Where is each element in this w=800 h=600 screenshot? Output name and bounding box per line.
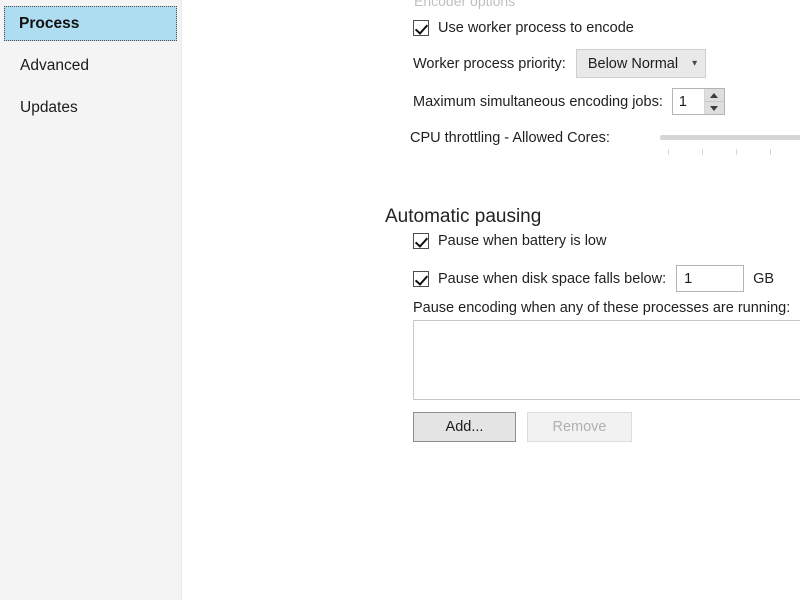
remove-process-button-label: Remove [552,419,607,435]
max-jobs-decrement-button[interactable] [704,102,724,114]
cpu-throttling-slider[interactable] [660,127,800,161]
use-worker-process-checkbox[interactable] [413,20,429,36]
clipped-heading-above: Encoder options [414,0,516,9]
worker-priority-label: Worker process priority: [413,55,566,72]
slider-ticks [660,149,800,157]
max-jobs-stepper-buttons [703,89,724,114]
pause-disk-space-checkbox[interactable] [413,270,429,287]
pause-disk-space-row[interactable]: Pause when disk space falls below: 1 GB [413,265,774,292]
cpu-throttling-label-row: CPU throttling - Allowed Cores: [410,130,610,146]
worker-priority-row: Worker process priority: Below Normal ▾ [413,49,707,78]
max-jobs-stepper[interactable]: 1 [671,88,725,115]
triangle-up-icon [710,92,719,98]
max-jobs-row: Maximum simultaneous encoding jobs: 1 [413,88,725,115]
sidebar-item-advanced[interactable]: Advanced [4,48,177,83]
sidebar-nav: Process Advanced Updates [0,0,182,600]
cpu-throttling-label: CPU throttling - Allowed Cores: [410,130,610,146]
add-process-button[interactable]: Add... [413,412,516,442]
worker-priority-value: Below Normal [587,55,679,72]
processes-listbox[interactable] [413,320,800,400]
pause-disk-space-label: Pause when disk space falls below: [438,270,667,287]
triangle-down-icon [710,105,719,111]
max-jobs-increment-button[interactable] [704,89,724,102]
settings-window: Process Advanced Updates Encoder options… [0,0,800,600]
sidebar-item-process-label: Process [19,14,80,32]
settings-content-pane: Encoder options Use worker process to en… [182,0,800,600]
chevron-down-icon: ▾ [692,57,698,69]
worker-priority-dropdown[interactable]: Below Normal ▾ [575,49,707,78]
use-worker-process-row[interactable]: Use worker process to encode [413,20,634,36]
processes-list-label-row: Pause encoding when any of these process… [413,300,790,316]
pause-battery-checkbox[interactable] [413,233,429,249]
use-worker-process-label: Use worker process to encode [438,20,634,36]
max-jobs-label: Maximum simultaneous encoding jobs: [413,93,663,110]
disk-space-threshold-input[interactable]: 1 [676,265,745,292]
sidebar-item-updates[interactable]: Updates [4,90,177,125]
pause-battery-row[interactable]: Pause when battery is low [413,233,606,249]
slider-track[interactable] [660,135,800,140]
sidebar-item-advanced-label: Advanced [20,56,89,74]
pause-battery-label: Pause when battery is low [438,233,607,249]
remove-process-button[interactable]: Remove [527,412,632,442]
automatic-pausing-heading: Automatic pausing [385,205,542,227]
processes-list-label: Pause encoding when any of these process… [413,300,791,316]
sidebar-item-process[interactable]: Process [4,6,177,41]
add-process-button-label: Add... [445,419,484,435]
sidebar-item-updates-label: Updates [20,98,78,116]
max-jobs-value[interactable]: 1 [673,89,704,114]
disk-space-unit-label: GB [753,270,775,287]
